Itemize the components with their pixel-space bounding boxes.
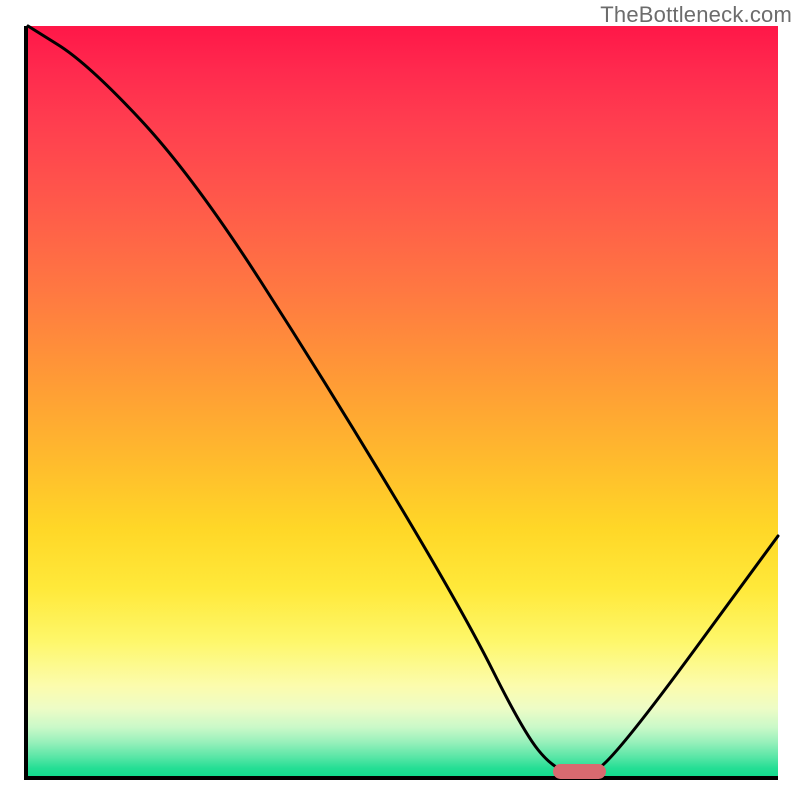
plot-area xyxy=(24,26,778,780)
attribution-label: TheBottleneck.com xyxy=(600,2,792,28)
bottleneck-curve xyxy=(28,26,778,776)
curve-path xyxy=(28,26,778,774)
optimum-marker xyxy=(553,764,606,779)
chart-container: TheBottleneck.com xyxy=(0,0,800,800)
